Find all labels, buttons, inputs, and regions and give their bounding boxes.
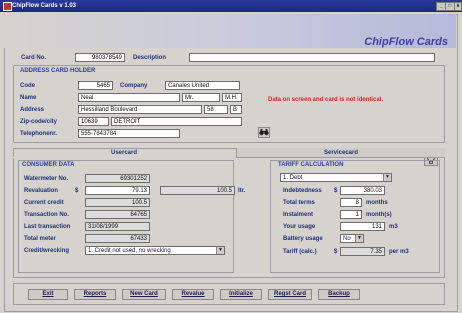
title-field[interactable]: Mr. (182, 93, 220, 102)
wrecking-label: Credit/wrecking (24, 248, 70, 254)
title-bar: ChipFlow Cards v 1.03 _ □ x (0, 0, 462, 12)
data-mismatch-warning: Data on screen and card is not identical… (268, 97, 384, 103)
app-icon (3, 2, 12, 11)
regist-card-button[interactable]: Regst Card (268, 289, 312, 300)
city-field[interactable]: DETROIT (111, 117, 242, 126)
description-label: Description (133, 55, 167, 61)
revaluation-label: Revaluation (24, 188, 59, 194)
phone-label: Telephonenr. (20, 131, 57, 137)
revaluation-currency: $ (75, 188, 79, 194)
card-no-field[interactable]: 980378549 (75, 53, 125, 62)
indebtedness-field[interactable]: 380.03 (340, 186, 385, 195)
tariff-calc-label: Tariff (calc.) (283, 249, 317, 255)
revaluation-unit: ltr. (238, 188, 246, 194)
tariff-type-dropdown[interactable]: 1. Debt ▼ (280, 173, 392, 182)
initialize-button[interactable]: Initialize (220, 289, 262, 300)
brand-logo: ChipFlow Cards (364, 36, 448, 48)
last-transaction-label: Last transaction (24, 224, 71, 230)
revalue-button[interactable]: Revalue (172, 289, 214, 300)
revaluation-field[interactable]: 79.13 (85, 186, 150, 195)
watermeter-field: 69301252 (85, 174, 150, 183)
tariff-type-value: 1. Debt (283, 175, 303, 181)
reports-button[interactable]: Reports (74, 289, 116, 300)
close-button[interactable]: x (454, 2, 462, 11)
tariff-unit: per m3 (389, 249, 409, 255)
transaction-field: 64765 (85, 210, 150, 219)
indebtedness-label: Indebtedness (283, 188, 322, 194)
name-field[interactable]: Neal (78, 93, 180, 102)
backup-button[interactable]: Backup (318, 289, 360, 300)
terms-label: Total terms (283, 200, 315, 206)
zip-field[interactable]: 10639 (78, 117, 109, 126)
transaction-label: Transaction No. (24, 212, 70, 218)
instalment-field[interactable]: 1 (340, 210, 362, 219)
code-label: Code (20, 83, 35, 89)
usage-field[interactable]: 131 (340, 222, 385, 231)
house-suffix-field[interactable]: B (230, 105, 242, 114)
last-transaction-field: 31/08/1999 (85, 222, 150, 231)
address-section-title: ADDRESS CARD HOLDER (20, 68, 96, 74)
tariff-section-title: TARIFF CALCULATION (278, 162, 344, 168)
chevron-down-icon[interactable]: ▼ (383, 174, 391, 181)
card-no-label: Card No. (21, 55, 47, 61)
phone-field[interactable]: 555-7843784 (78, 129, 180, 138)
tariff-currency: $ (334, 249, 338, 255)
address-label: Address (20, 107, 45, 113)
battery-value: No (343, 236, 351, 242)
terms-unit: months (366, 200, 388, 206)
house-no-field[interactable]: 58 (204, 105, 228, 114)
battery-dropdown[interactable]: No ▼ (340, 234, 364, 243)
wrecking-value: 1. Credit not used, no wrecking (88, 248, 171, 254)
tab-servicecard[interactable]: Servicecard (236, 148, 445, 158)
tab-usercard[interactable]: Usercard (13, 148, 235, 158)
battery-label: Battery usage (283, 236, 323, 242)
zip-label: Zip-code/city (20, 119, 58, 125)
exit-button[interactable]: Exit (28, 289, 68, 300)
instalment-label: Instalment (283, 212, 314, 218)
address-field[interactable]: Hessilland Boulevard (78, 105, 202, 114)
company-label: Company (120, 83, 148, 89)
description-field[interactable] (189, 53, 435, 62)
code-field[interactable]: 5465 (78, 81, 113, 90)
total-meter-label: Total meter (24, 236, 56, 242)
total-meter-field: 67433 (85, 234, 150, 243)
window-title: ChipFlow Cards v 1.03 (12, 3, 77, 9)
watermeter-label: Watermeter No. (24, 176, 69, 182)
instalment-unit: month(s) (366, 212, 392, 218)
usage-label: Your usage (283, 224, 316, 230)
binoculars-icon (259, 129, 269, 136)
tariff-calc-field: 7.35 (340, 247, 385, 256)
terms-field[interactable]: 8 (340, 198, 362, 207)
initial-field[interactable]: M.H. (222, 93, 242, 102)
revaluation-target-field: 100.5 (160, 186, 235, 195)
new-card-button[interactable]: New Card (122, 289, 166, 300)
usage-unit: m3 (389, 224, 398, 230)
indebtedness-currency: $ (334, 188, 338, 194)
name-label: Name (20, 95, 37, 101)
chevron-down-icon[interactable]: ▼ (355, 235, 363, 242)
wrecking-dropdown[interactable]: 1. Credit not used, no wrecking ▼ (85, 246, 225, 255)
binoculars-button[interactable] (258, 127, 270, 138)
consumer-section-title: CONSUMER DATA (22, 162, 75, 168)
credit-field: 100.5 (85, 198, 150, 207)
company-field[interactable]: Canales United (165, 81, 240, 90)
credit-label: Current credit (24, 200, 64, 206)
chevron-down-icon[interactable]: ▼ (216, 247, 224, 254)
